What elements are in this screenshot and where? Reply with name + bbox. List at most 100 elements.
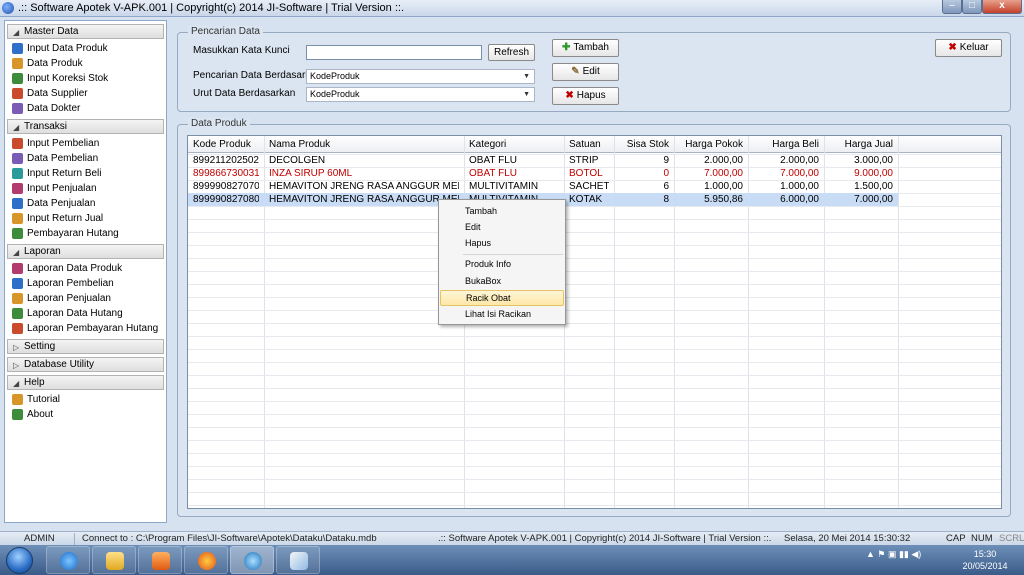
table-cell[interactable]: OBAT FLU bbox=[469, 167, 559, 180]
table-cell[interactable]: 7.000,00 bbox=[829, 193, 893, 206]
context-menu-item[interactable]: Racik Obat bbox=[440, 290, 564, 306]
start-button[interactable] bbox=[6, 547, 33, 574]
table-cell[interactable]: 3.000,00 bbox=[829, 154, 893, 167]
table-cell[interactable]: KOTAK bbox=[569, 193, 609, 206]
sidebar-item[interactable]: Tutorial bbox=[5, 392, 166, 407]
sidebar-item[interactable]: Input Return Jual bbox=[5, 211, 166, 226]
collapse-icon: ◢ bbox=[13, 28, 20, 37]
table-cell[interactable]: HEMAVITON JRENG RASA ANGGUR MERAH (K... bbox=[269, 193, 459, 206]
context-menu-item[interactable]: Tambah bbox=[440, 203, 564, 219]
table-cell[interactable]: 8999908270801 bbox=[193, 193, 259, 206]
sidebar-item[interactable]: Input Return Beli bbox=[5, 166, 166, 181]
refresh-button[interactable]: Refresh bbox=[488, 44, 535, 61]
table-cell[interactable]: 9 bbox=[619, 154, 669, 167]
sort-by-select[interactable]: KodeProduk ▼ bbox=[306, 87, 535, 102]
delete-button[interactable]: ✖ Hapus bbox=[552, 87, 619, 105]
table-cell[interactable]: 8 bbox=[619, 193, 669, 206]
table-cell[interactable]: 0 bbox=[619, 167, 669, 180]
sidebar-section-header[interactable]: ◢ Help bbox=[7, 375, 164, 390]
table-cell[interactable]: HEMAVITON JRENG RASA ANGGUR MERAH (S... bbox=[269, 180, 459, 193]
table-cell[interactable]: SACHET bbox=[569, 180, 609, 193]
taskbar-paint[interactable] bbox=[276, 546, 320, 574]
sidebar-item[interactable]: Data Supplier bbox=[5, 86, 166, 101]
search-by-select[interactable]: KodeProduk ▼ bbox=[306, 69, 535, 84]
sidebar-item[interactable]: Input Data Produk bbox=[5, 41, 166, 56]
table-cell[interactable]: 8999908270702 bbox=[193, 180, 259, 193]
sidebar-item[interactable]: Laporan Data Produk bbox=[5, 261, 166, 276]
column-header[interactable]: Nama Produk bbox=[269, 138, 459, 151]
sidebar-item[interactable]: About bbox=[5, 407, 166, 422]
sidebar-item[interactable]: Laporan Pembayaran Hutang bbox=[5, 321, 166, 336]
sidebar-section-header[interactable]: ◢ Master Data bbox=[7, 24, 164, 39]
column-header[interactable]: Harga Pokok bbox=[679, 138, 743, 151]
table-cell[interactable]: 1.500,00 bbox=[829, 180, 893, 193]
edit-button[interactable]: ✎ Edit bbox=[552, 63, 619, 81]
sidebar-item[interactable]: Data Dokter bbox=[5, 101, 166, 116]
add-button[interactable]: ✚ Tambah bbox=[552, 39, 619, 57]
taskbar-explorer[interactable] bbox=[92, 546, 136, 574]
sidebar-section-label: Setting bbox=[24, 341, 56, 352]
taskbar-ie[interactable] bbox=[46, 546, 90, 574]
column-header[interactable]: Satuan bbox=[569, 138, 609, 151]
context-menu-item[interactable]: Edit bbox=[440, 219, 564, 235]
taskbar-apotek[interactable] bbox=[230, 546, 274, 574]
sidebar-item[interactable]: Input Pembelian bbox=[5, 136, 166, 151]
sidebar-item-label: Tutorial bbox=[27, 394, 60, 405]
context-menu-item[interactable]: BukaBox bbox=[440, 273, 564, 289]
table-cell[interactable]: 2.000,00 bbox=[753, 154, 819, 167]
grid-row-divider bbox=[188, 284, 1001, 285]
context-menu-item[interactable]: Lihat Isi Racikan bbox=[440, 306, 564, 322]
sidebar-section-label: Database Utility bbox=[24, 359, 95, 370]
tray-icons[interactable]: ▲ ⚑ ▣ ▮▮ ◀) bbox=[866, 549, 921, 560]
sidebar-section-header[interactable]: ▷ Database Utility bbox=[7, 357, 164, 372]
minimize-button[interactable]: – bbox=[942, 0, 962, 14]
menu-item-icon bbox=[12, 73, 23, 84]
exit-button[interactable]: ✖ Keluar bbox=[935, 39, 1002, 57]
table-cell[interactable]: 8998667300316 bbox=[193, 167, 259, 180]
taskbar-media[interactable] bbox=[138, 546, 182, 574]
taskbar-firefox[interactable] bbox=[184, 546, 228, 574]
table-cell[interactable]: 8992112025021 bbox=[193, 154, 259, 167]
sidebar-item[interactable]: Data Produk bbox=[5, 56, 166, 71]
sidebar-section-header[interactable]: ▷ Setting bbox=[7, 339, 164, 354]
table-cell[interactable]: STRIP bbox=[569, 154, 609, 167]
sidebar-item[interactable]: Data Pembelian bbox=[5, 151, 166, 166]
table-cell[interactable]: MULTIVITAMIN bbox=[469, 180, 559, 193]
table-cell[interactable]: 7.000,00 bbox=[753, 167, 819, 180]
clock[interactable]: 15:30 20/05/2014 bbox=[955, 548, 1015, 572]
table-cell[interactable]: 6 bbox=[619, 180, 669, 193]
table-cell[interactable]: 9.000,00 bbox=[829, 167, 893, 180]
sidebar-item[interactable]: Laporan Penjualan bbox=[5, 291, 166, 306]
table-cell[interactable]: OBAT FLU bbox=[469, 154, 559, 167]
sidebar-section-header[interactable]: ◢ Transaksi bbox=[7, 119, 164, 134]
close-button[interactable]: x bbox=[982, 0, 1022, 14]
column-header[interactable]: Kategori bbox=[469, 138, 559, 151]
table-cell[interactable]: DECOLGEN bbox=[269, 154, 459, 167]
sidebar-item[interactable]: Pembayaran Hutang bbox=[5, 226, 166, 241]
sidebar-item[interactable]: Data Penjualan bbox=[5, 196, 166, 211]
sidebar-item[interactable]: Input Koreksi Stok bbox=[5, 71, 166, 86]
table-cell[interactable]: 1.000,00 bbox=[679, 180, 743, 193]
table-cell[interactable]: 6.000,00 bbox=[753, 193, 819, 206]
table-cell[interactable]: 7.000,00 bbox=[679, 167, 743, 180]
column-header[interactable]: Kode Produk bbox=[193, 138, 259, 151]
table-cell[interactable]: INZA SIRUP 60ML bbox=[269, 167, 459, 180]
context-menu-item[interactable]: Hapus bbox=[440, 235, 564, 251]
maximize-button[interactable]: □ bbox=[962, 0, 982, 14]
column-header[interactable]: Sisa Stok bbox=[619, 138, 669, 151]
sidebar-item[interactable]: Laporan Pembelian bbox=[5, 276, 166, 291]
sidebar-item[interactable]: Input Penjualan bbox=[5, 181, 166, 196]
column-header[interactable]: Harga Beli bbox=[753, 138, 819, 151]
column-header[interactable]: Harga Jual bbox=[829, 138, 893, 151]
keyword-input[interactable] bbox=[306, 45, 482, 60]
table-cell[interactable]: 5.950,86 bbox=[679, 193, 743, 206]
product-grid[interactable]: Kode Produk Nama Produk Kategori Satuan Sisa… bbox=[187, 135, 1002, 509]
sidebar-item[interactable]: Laporan Data Hutang bbox=[5, 306, 166, 321]
context-menu-item[interactable]: Produk Info bbox=[440, 256, 564, 272]
table-cell[interactable]: BOTOL bbox=[569, 167, 609, 180]
sidebar-item-label: Data Dokter bbox=[27, 103, 81, 114]
sidebar-section-header[interactable]: ◢ Laporan bbox=[7, 244, 164, 259]
table-cell[interactable]: 1.000,00 bbox=[753, 180, 819, 193]
status-user: ADMIN bbox=[24, 533, 55, 544]
table-cell[interactable]: 2.000,00 bbox=[679, 154, 743, 167]
